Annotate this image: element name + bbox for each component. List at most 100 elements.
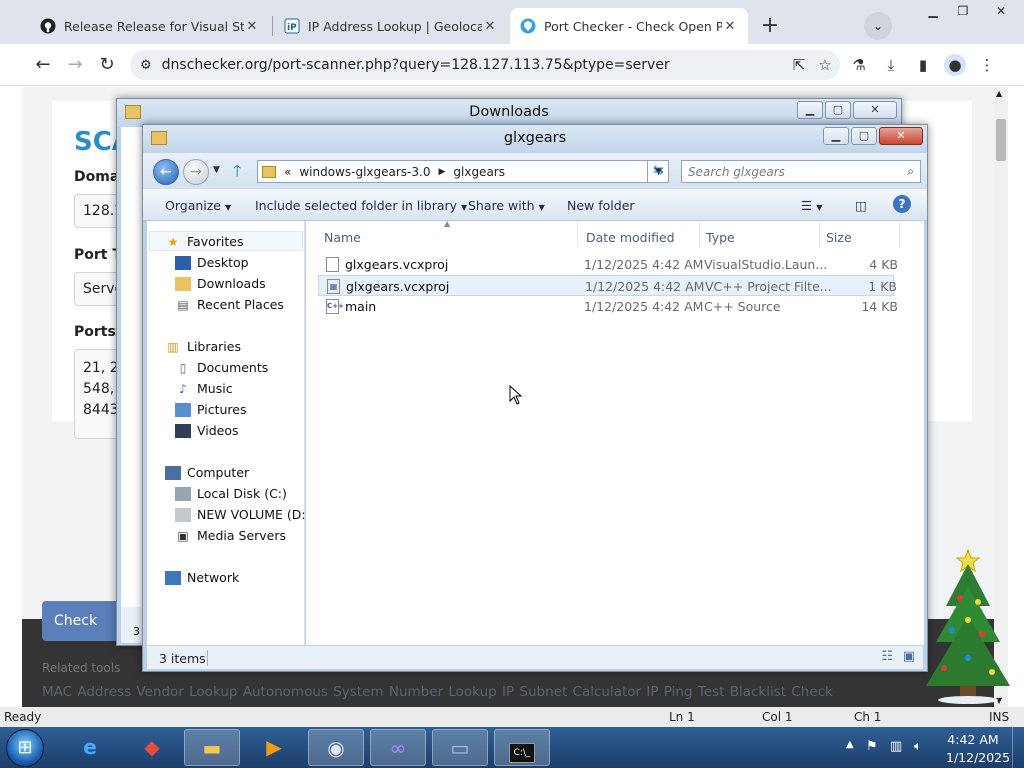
column-header-name[interactable]: Name ▲	[320, 219, 578, 247]
back-button[interactable]: ←	[30, 52, 56, 78]
explorer-window-glxgears[interactable]: glxgears ▁ ▢ ✕ ← → ▼ 🡑 « windows-glxgear…	[142, 124, 928, 672]
taskbar-file-explorer[interactable]: ▬	[184, 729, 240, 766]
details-view-toggle-icon[interactable]: ☷	[881, 649, 893, 664]
start-button[interactable]: ⊞	[6, 729, 44, 767]
show-desktop-button[interactable]	[1012, 727, 1024, 768]
nav-item-downloads[interactable]: Downloads	[175, 276, 266, 291]
nav-item-local-disk[interactable]: Local Disk (C:)	[175, 486, 287, 501]
explorer-address-row: ← → ▼ 🡑 « windows-glxgears-3.0 ▶ glxgear…	[143, 153, 927, 189]
volume-icon[interactable]: 🔈︎	[914, 739, 922, 754]
nav-item-music[interactable]: ♪ Music	[175, 381, 232, 396]
network-tray-icon[interactable]: ▥	[890, 739, 902, 754]
column-label: Type	[706, 230, 735, 245]
file-row[interactable]: glxgears.vcxproj 1/12/2025 4:42 AM Visua…	[318, 254, 898, 275]
chevron-right-icon[interactable]: ▶	[438, 167, 445, 177]
recent-pages-dropdown-icon[interactable]: ▼	[213, 165, 220, 175]
nav-item-favorites[interactable]: ★ Favorites	[165, 234, 244, 249]
taskbar-visual-studio[interactable]: ∞	[370, 729, 426, 766]
nav-item-recent-places[interactable]: ▤ Recent Places	[175, 297, 284, 312]
file-row[interactable]: ▦ glxgears.vcxproj 1/12/2025 4:42 AM VC++…	[318, 275, 897, 296]
nav-item-new-volume[interactable]: NEW VOLUME (D:)	[175, 507, 311, 522]
breadcrumb-segment[interactable]: windows-glxgears-3.0	[299, 165, 430, 179]
help-icon[interactable]: ?	[893, 195, 911, 213]
search-input[interactable]: Search glxgears ⌕	[681, 160, 921, 183]
nav-item-pictures[interactable]: Pictures	[175, 402, 247, 417]
address-bar[interactable]: ⚙ dnschecker.org/port-scanner.php?query=…	[130, 50, 840, 80]
close-button[interactable]: ✕	[879, 127, 923, 145]
refresh-icon[interactable]: ⇆	[647, 160, 669, 183]
breadcrumb-overflow[interactable]: «	[284, 165, 291, 179]
share-icon[interactable]: ⇱	[788, 54, 810, 76]
nav-item-documents[interactable]: ▯ Documents	[175, 360, 269, 375]
tray-clock[interactable]: 4:42 AM 1/12/2025	[946, 732, 1010, 765]
column-header-size[interactable]: Size	[822, 221, 900, 247]
maximize-button[interactable]: ▢	[825, 101, 851, 119]
close-tab-icon[interactable]: ✕	[244, 19, 260, 34]
taskbar-media-player[interactable]: ▶	[246, 729, 302, 766]
tab-port-checker[interactable]: Port Checker - Check Open Ports ✕	[510, 8, 748, 44]
tab-github-release[interactable]: Release Release for Visual Studio ✕	[30, 8, 270, 44]
explorer-titlebar[interactable]: glxgears ▁ ▢ ✕	[143, 125, 927, 153]
explorer-address-bar[interactable]: « windows-glxgears-3.0 ▶ glxgears ▼	[257, 160, 669, 183]
scroll-thumb[interactable]	[996, 119, 1006, 161]
minimize-button[interactable]: ▁	[797, 101, 823, 119]
new-folder-button[interactable]: New folder	[567, 198, 635, 213]
tab-ip-lookup[interactable]: iP IP Address Lookup | Geolocation ✕	[274, 8, 508, 44]
nav-item-media-servers[interactable]: ▣ Media Servers	[175, 528, 286, 543]
back-button[interactable]: ←	[153, 159, 179, 185]
tab-title: Release Release for Visual Studio	[64, 18, 244, 34]
large-icons-view-toggle-icon[interactable]: ▣	[903, 649, 915, 664]
nav-item-desktop[interactable]: Desktop	[175, 255, 249, 270]
maximize-button[interactable]: ❐	[948, 0, 978, 22]
reload-button[interactable]: ↻	[94, 52, 120, 78]
side-panel-icon[interactable]: ▮	[912, 54, 934, 76]
up-arrow-icon[interactable]: 🡑	[233, 160, 241, 187]
search-placeholder: Search glxgears	[688, 165, 785, 179]
download-icon[interactable]: ⤓	[880, 54, 902, 76]
share-with-button[interactable]: Share with ▼	[468, 198, 545, 213]
new-tab-button[interactable]: +	[756, 12, 784, 40]
close-button[interactable]: ✕	[978, 0, 1024, 22]
taskbar-window-app[interactable]: ▭	[432, 729, 488, 766]
scroll-up-icon[interactable]: ▲	[996, 89, 1002, 98]
show-hidden-icons-icon[interactable]: ▲	[846, 739, 854, 750]
shield-icon	[520, 18, 536, 34]
forward-button[interactable]: →	[183, 159, 209, 185]
taskbar-chrome[interactable]: ◉	[308, 729, 364, 766]
view-options-button[interactable]: ☰ ▼	[801, 198, 822, 213]
taskbar-app-red[interactable]: ◆	[124, 729, 180, 766]
site-info-icon[interactable]: ⚙	[140, 58, 152, 73]
chevron-down-icon: ▼	[538, 203, 545, 212]
profile-avatar-icon[interactable]: ●	[944, 54, 966, 76]
search-icon[interactable]: ⌕	[907, 164, 914, 179]
preview-pane-icon[interactable]: ◫	[855, 198, 867, 213]
breadcrumb-segment[interactable]: glxgears	[453, 165, 505, 179]
maximize-button[interactable]: ▢	[851, 127, 877, 145]
close-tab-icon[interactable]: ✕	[482, 19, 498, 34]
taskbar-internet-explorer[interactable]: e	[62, 729, 118, 766]
taskbar-command-prompt[interactable]: C:\_	[494, 729, 550, 766]
action-center-flag-icon[interactable]: ⚑	[866, 739, 878, 754]
downloads-titlebar[interactable]: Downloads ▁ ▢ ✕	[117, 99, 901, 127]
christmas-tree-icon	[926, 548, 1010, 704]
tab-search-button[interactable]: ⌄	[864, 12, 892, 40]
file-row[interactable]: C++ main 1/12/2025 4:42 AM C++ Source 14 …	[318, 296, 898, 317]
extension-flask-icon[interactable]: ⚗	[848, 54, 870, 76]
minimize-button[interactable]: ▁	[918, 0, 948, 22]
nav-item-videos[interactable]: Videos	[175, 423, 239, 438]
nav-item-computer[interactable]: Computer	[165, 465, 249, 480]
related-tools-links[interactable]: MAC Address Vendor Lookup Autonomous Sys…	[42, 684, 833, 700]
bookmark-star-icon[interactable]: ☆	[814, 54, 836, 76]
column-header-type[interactable]: Type	[702, 221, 820, 247]
minimize-button[interactable]: ▁	[823, 127, 849, 145]
close-button[interactable]: ✕	[853, 101, 897, 119]
close-tab-icon[interactable]: ✕	[722, 19, 738, 34]
menu-kebab-icon[interactable]: ⋮	[976, 54, 998, 76]
include-in-library-button[interactable]: Include selected folder in library ▼	[255, 198, 467, 213]
column-header-date[interactable]: Date modified	[582, 221, 700, 247]
nav-item-libraries[interactable]: ▥ Libraries	[165, 339, 241, 354]
nav-item-network[interactable]: Network	[165, 570, 239, 585]
forward-button[interactable]: →	[62, 52, 88, 78]
libraries-icon: ▥	[167, 339, 179, 354]
organize-button[interactable]: Organize ▼	[165, 198, 231, 213]
